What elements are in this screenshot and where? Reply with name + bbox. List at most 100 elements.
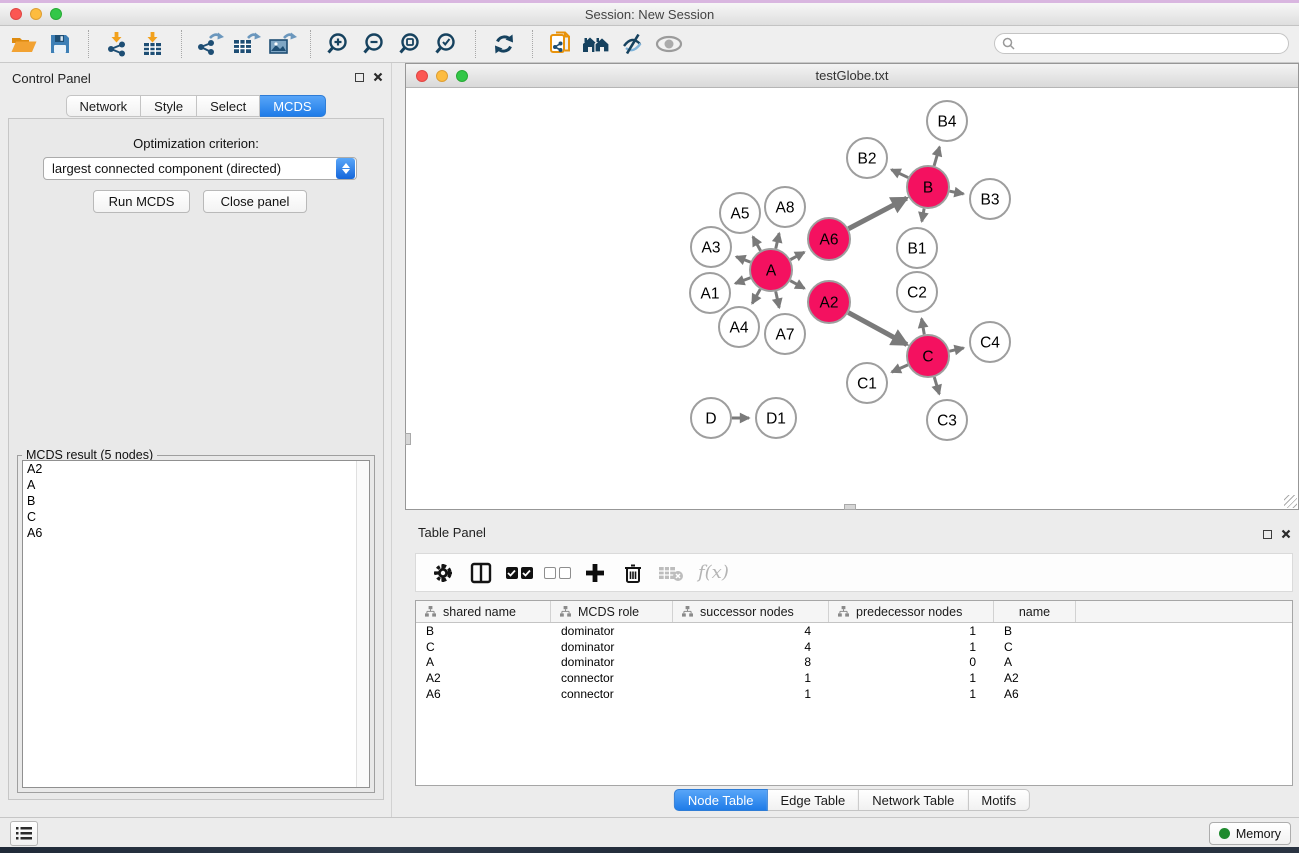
graph-node-A2[interactable]: A2 (808, 281, 850, 323)
delete-column-icon[interactable] (616, 557, 650, 589)
result-list-item[interactable]: B (23, 493, 369, 509)
table-cell[interactable]: dominator (551, 640, 673, 654)
graph-node-C1[interactable]: C1 (847, 363, 887, 403)
search-field[interactable] (994, 33, 1289, 54)
column-header-predecessor-nodes[interactable]: predecessor nodes (829, 601, 994, 622)
float-panel-icon[interactable] (355, 73, 364, 82)
graph-edge-A-A2[interactable] (790, 281, 804, 289)
graph-node-D[interactable]: D (691, 398, 731, 438)
close-table-panel-icon[interactable] (1281, 529, 1291, 539)
graph-node-A1[interactable]: A1 (690, 273, 730, 313)
table-cell[interactable]: A6 (416, 687, 551, 701)
graph-edge-B-B3[interactable] (950, 191, 964, 194)
table-cell[interactable]: A (416, 655, 551, 669)
result-list-item[interactable]: A2 (23, 461, 369, 477)
tab-node-table[interactable]: Node Table (674, 789, 768, 811)
graph-node-A7[interactable]: A7 (765, 314, 805, 354)
task-history-button[interactable] (10, 821, 38, 846)
graph-node-C3[interactable]: C3 (927, 400, 967, 440)
select-all-columns-icon[interactable] (502, 557, 536, 589)
graph-edge-A-A8[interactable] (776, 233, 779, 248)
graph-edge-A-A1[interactable] (735, 278, 750, 284)
result-list-item[interactable]: C (23, 509, 369, 525)
network-window-title-bar[interactable]: testGlobe.txt (406, 64, 1298, 88)
tab-style[interactable]: Style (141, 95, 197, 117)
network-canvas[interactable]: B4B2BB3A8A5A6A3B1AA1C2A2A4A7C4CC1C3DD1 (406, 89, 1298, 509)
column-header-name[interactable]: name (994, 601, 1076, 622)
table-cell[interactable]: 8 (673, 655, 829, 669)
graph-node-B4[interactable]: B4 (927, 101, 967, 141)
show-column-panel-icon[interactable] (464, 557, 498, 589)
table-row[interactable]: A6connector11A6 (416, 686, 1292, 702)
table-cell[interactable]: 1 (673, 671, 829, 685)
graph-node-A5[interactable]: A5 (720, 193, 760, 233)
table-cell[interactable]: dominator (551, 655, 673, 669)
graph-node-A6[interactable]: A6 (808, 218, 850, 260)
table-cell[interactable]: 1 (829, 671, 994, 685)
export-image-icon[interactable] (264, 29, 300, 59)
column-header-MCDS-role[interactable]: MCDS role (551, 601, 673, 622)
graph-edge-A-A3[interactable] (736, 257, 750, 262)
new-network-from-selection-icon[interactable] (543, 29, 579, 59)
table-cell[interactable]: A (994, 655, 1076, 669)
refresh-icon[interactable] (486, 29, 522, 59)
tab-mcds[interactable]: MCDS (260, 95, 325, 117)
run-mcds-button[interactable]: Run MCDS (93, 190, 190, 213)
table-cell[interactable]: A2 (416, 671, 551, 685)
table-row[interactable]: A2connector11A2 (416, 670, 1292, 686)
graph-node-A[interactable]: A (750, 249, 792, 291)
show-welcome-screen-icon[interactable] (579, 29, 615, 59)
open-file-icon[interactable] (6, 29, 42, 59)
table-cell[interactable]: B (994, 624, 1076, 638)
export-table-icon[interactable] (228, 29, 264, 59)
column-header-shared-name[interactable]: shared name (416, 601, 551, 622)
graph-edge-A-A7[interactable] (776, 291, 780, 307)
close-panel-button[interactable]: Close panel (203, 190, 307, 213)
table-cell[interactable]: connector (551, 687, 673, 701)
table-cell[interactable]: 1 (829, 640, 994, 654)
search-input[interactable] (1020, 37, 1275, 51)
graph-node-A3[interactable]: A3 (691, 227, 731, 267)
column-header-successor-nodes[interactable]: successor nodes (673, 601, 829, 622)
table-cell[interactable]: C (416, 640, 551, 654)
zoom-in-icon[interactable] (321, 29, 357, 59)
window-resize-grip[interactable] (1284, 495, 1297, 508)
zoom-fit-icon[interactable] (393, 29, 429, 59)
tab-network[interactable]: Network (65, 95, 141, 117)
table-cell[interactable]: A2 (994, 671, 1076, 685)
zoom-selected-icon[interactable] (429, 29, 465, 59)
memory-button[interactable]: Memory (1209, 822, 1291, 845)
result-list-item[interactable]: A (23, 477, 369, 493)
graph-node-D1[interactable]: D1 (756, 398, 796, 438)
table-cell[interactable]: 4 (673, 624, 829, 638)
export-network-icon[interactable] (192, 29, 228, 59)
graph-edge-A6-B[interactable] (848, 198, 906, 229)
save-session-icon[interactable] (42, 29, 78, 59)
graph-edge-C-C2[interactable] (922, 319, 925, 335)
graph-edge-B-B2[interactable] (891, 170, 908, 178)
float-table-panel-icon[interactable] (1263, 530, 1272, 539)
tab-motifs[interactable]: Motifs (968, 789, 1030, 811)
graph-node-C2[interactable]: C2 (897, 272, 937, 312)
graph-node-A8[interactable]: A8 (765, 187, 805, 227)
graph-node-C[interactable]: C (907, 335, 949, 377)
table-cell[interactable]: connector (551, 671, 673, 685)
import-network-icon[interactable] (99, 29, 135, 59)
table-cell[interactable]: 0 (829, 655, 994, 669)
table-settings-icon[interactable] (426, 557, 460, 589)
close-panel-icon[interactable] (373, 72, 383, 82)
graph-node-B3[interactable]: B3 (970, 179, 1010, 219)
graph-node-B[interactable]: B (907, 166, 949, 208)
tab-edge-table[interactable]: Edge Table (767, 789, 859, 811)
result-list-scrollbar[interactable] (356, 461, 369, 787)
graph-edge-C-C3[interactable] (934, 377, 939, 394)
graph-edge-B-B1[interactable] (922, 209, 924, 222)
graph-node-B1[interactable]: B1 (897, 228, 937, 268)
table-row[interactable]: Adominator80A (416, 655, 1292, 671)
unselect-all-columns-icon[interactable] (540, 557, 574, 589)
graph-node-B2[interactable]: B2 (847, 138, 887, 178)
zoom-out-icon[interactable] (357, 29, 393, 59)
table-cell[interactable]: 1 (829, 687, 994, 701)
tab-network-table[interactable]: Network Table (859, 789, 968, 811)
table-cell[interactable]: B (416, 624, 551, 638)
